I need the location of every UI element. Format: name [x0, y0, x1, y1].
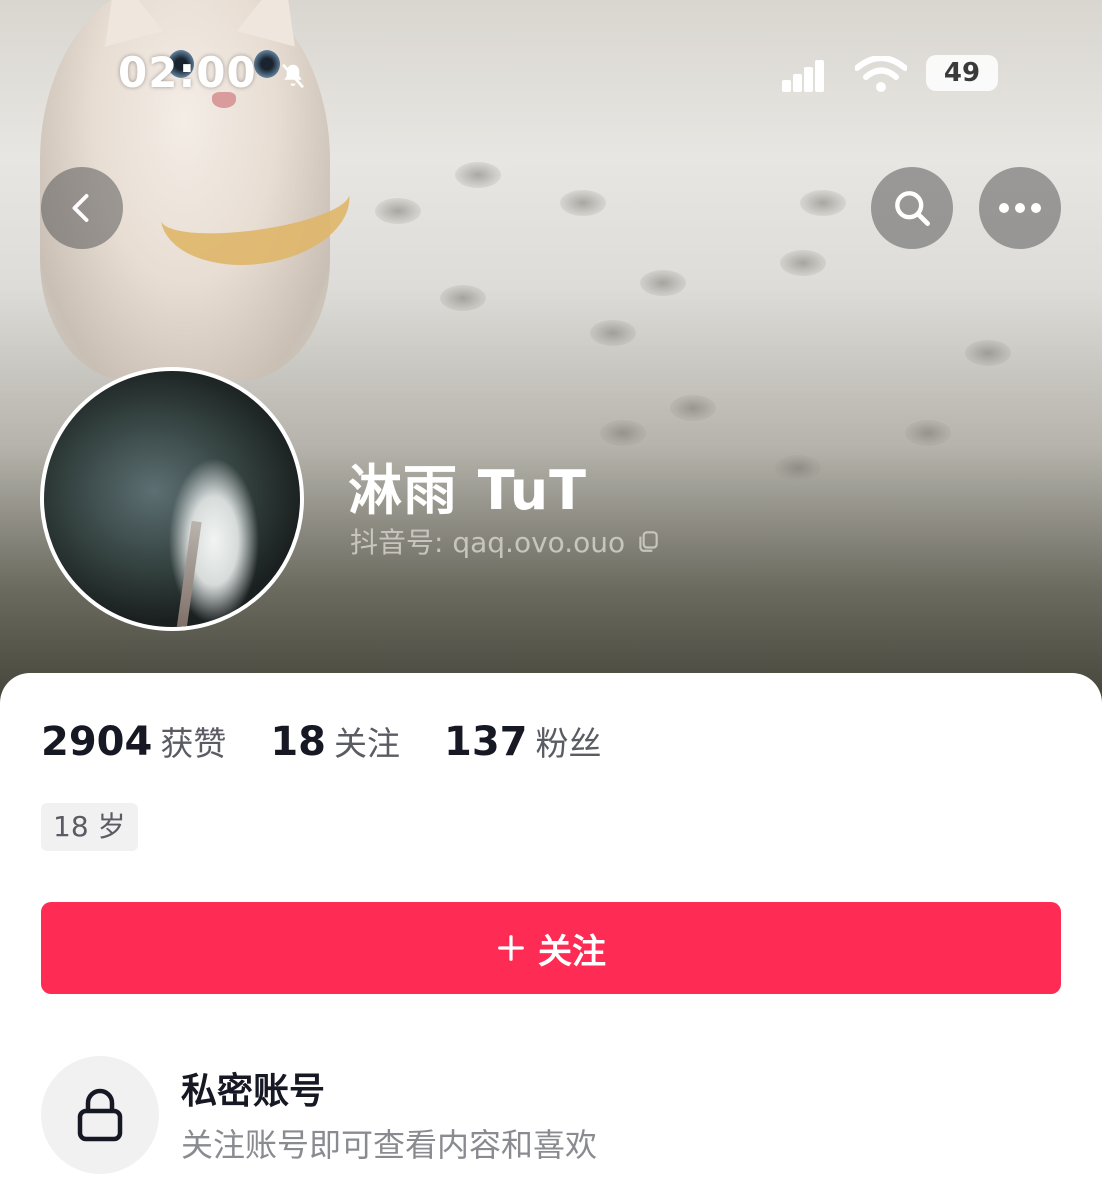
follow-button-label: 关注 — [538, 931, 606, 972]
stat-likes-value: 2904 — [41, 719, 153, 765]
avatar-art-detail — [176, 520, 202, 627]
lock-icon — [77, 1088, 123, 1142]
paw-print — [800, 190, 846, 216]
stat-likes-label: 获赞 — [160, 724, 227, 763]
paw-print — [375, 198, 421, 224]
search-icon — [895, 191, 930, 226]
paw-print — [560, 190, 606, 216]
back-button[interactable] — [41, 167, 123, 249]
plus-icon — [498, 935, 524, 961]
paw-print — [775, 455, 821, 481]
cat-ear-left — [86, 0, 164, 47]
paw-print — [440, 285, 486, 311]
status-time-text: 02:00 — [118, 48, 257, 97]
private-account-title: 私密账号 — [181, 1071, 326, 1112]
private-account-description: 关注账号即可查看内容和喜欢 — [181, 1126, 598, 1164]
battery-indicator: 49 — [926, 55, 998, 91]
wifi-icon — [855, 56, 907, 92]
private-account-icon-wrap — [41, 1056, 159, 1174]
stat-followers-label: 粉丝 — [535, 724, 602, 763]
stat-following[interactable]: 18 关注 — [270, 717, 400, 765]
search-button[interactable] — [871, 167, 953, 249]
stat-followers[interactable]: 137 粉丝 — [444, 717, 602, 765]
cat-ear-right — [236, 0, 314, 47]
stat-followers-value: 137 — [444, 719, 528, 765]
cellular-signal-icon — [782, 60, 824, 92]
douyin-id-text: 抖音号: qaq.ovo.ouo — [350, 526, 626, 559]
paw-print — [965, 340, 1011, 366]
more-options-button[interactable] — [979, 167, 1061, 249]
status-time: 02:00 — [118, 48, 308, 97]
profile-name: 淋雨 TuT — [348, 459, 587, 522]
chevron-left-icon — [72, 194, 89, 222]
douyin-id[interactable]: 抖音号: qaq.ovo.ouo — [350, 521, 661, 561]
battery-level: 49 — [943, 58, 981, 88]
paw-print — [640, 270, 686, 296]
paw-print — [590, 320, 636, 346]
stat-likes: 2904 获赞 — [41, 717, 226, 765]
paw-print — [455, 162, 501, 188]
bell-muted-icon — [282, 63, 305, 88]
stat-following-label: 关注 — [334, 724, 400, 763]
follow-button[interactable]: 关注 — [41, 902, 1061, 994]
age-tag: 18 岁 — [41, 803, 138, 851]
profile-stats: 2904 获赞 18 关注 137 粉丝 — [41, 717, 646, 765]
avatar[interactable] — [40, 367, 304, 631]
paw-print — [780, 250, 826, 276]
profile-banner: 02:00 49 淋雨 TuT 抖音号: qaq.ovo.ouo — [0, 0, 1102, 720]
cat-collar — [152, 137, 358, 277]
more-dots-icon — [999, 203, 1041, 213]
paw-print — [600, 420, 646, 446]
paw-print — [905, 420, 951, 446]
copy-icon[interactable] — [635, 528, 661, 554]
paw-print — [670, 395, 716, 421]
stat-following-value: 18 — [270, 719, 326, 765]
